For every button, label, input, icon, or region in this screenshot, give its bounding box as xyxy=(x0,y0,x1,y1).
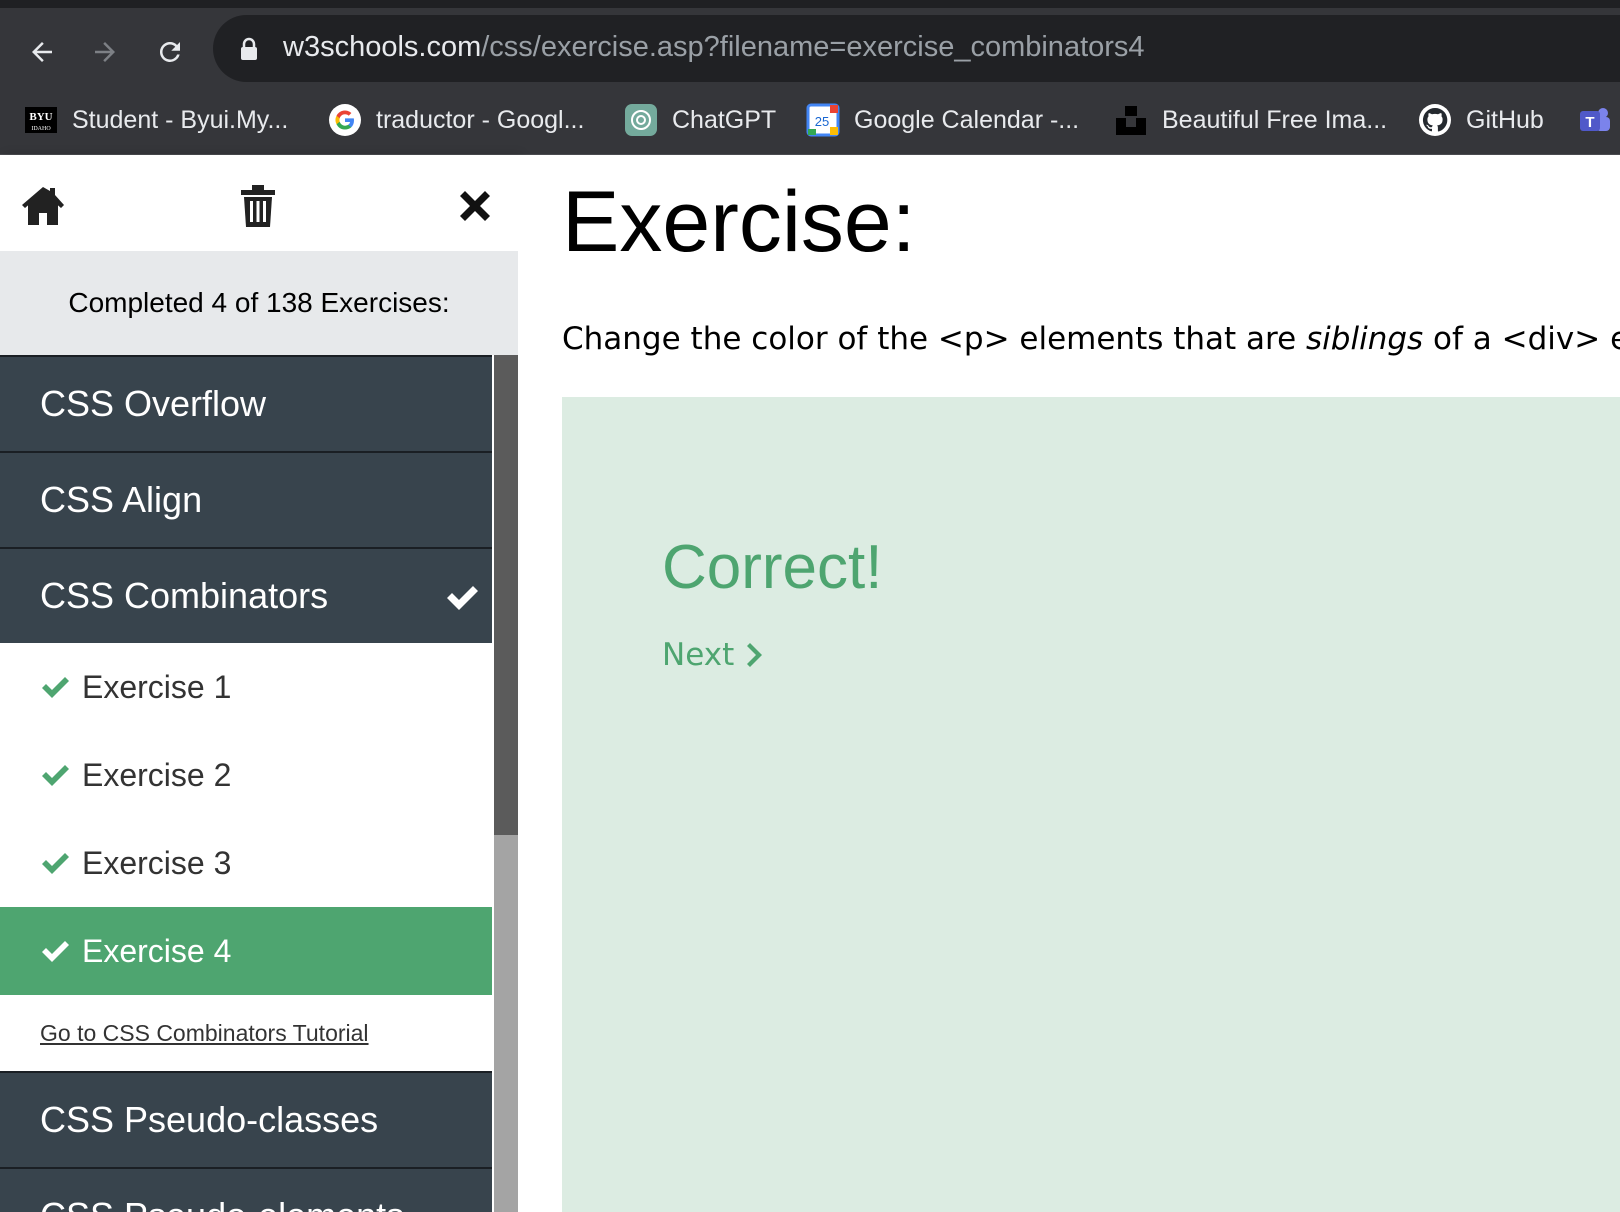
completed-count: Completed 4 of 138 Exercises: xyxy=(0,251,518,355)
category-label: CSS Combinators xyxy=(40,575,329,616)
github-icon xyxy=(1418,103,1452,137)
bookmark-google-calendar[interactable]: 25 Google Calendar -... xyxy=(806,100,1079,140)
back-icon[interactable] xyxy=(20,30,64,74)
scrollbar-thumb[interactable] xyxy=(494,835,518,1212)
check-icon xyxy=(42,677,69,698)
desc-part-2: of a <div> ele xyxy=(1433,321,1620,357)
svg-text:25: 25 xyxy=(815,114,829,129)
desc-part-1: Change the color of the <p> elements tha… xyxy=(562,321,1307,357)
category-css-pseudo-elements[interactable]: CSS Pseudo-elements xyxy=(0,1167,492,1212)
byu-icon: BYU IDAHO xyxy=(24,103,58,137)
chatgpt-icon xyxy=(624,103,658,137)
exercise-label: Exercise 3 xyxy=(82,844,232,881)
forward-icon[interactable] xyxy=(83,30,127,74)
bookmark-chatgpt[interactable]: ChatGPT xyxy=(624,100,776,140)
bookmark-unsplash[interactable]: Beautiful Free Ima... xyxy=(1114,100,1387,140)
category-css-align[interactable]: CSS Align xyxy=(0,451,492,547)
bookmark-teams[interactable]: T xyxy=(1578,100,1620,140)
svg-text:BYU: BYU xyxy=(29,111,52,123)
desc-emphasis: siblings xyxy=(1306,321,1424,357)
svg-text:T: T xyxy=(1585,114,1594,131)
bookmark-label: traductor - Googl... xyxy=(376,105,585,134)
page-title: Exercise: xyxy=(562,174,916,270)
svg-text:IDAHO: IDAHO xyxy=(31,126,51,132)
exercise-label: Exercise 4 xyxy=(82,932,232,969)
bookmark-github[interactable]: GitHub xyxy=(1418,100,1544,140)
sidebar-toolbar xyxy=(0,155,518,251)
exercise-label: Exercise 1 xyxy=(82,668,232,705)
next-label: Next xyxy=(662,637,735,673)
check-icon xyxy=(42,941,69,962)
teams-icon: T xyxy=(1578,103,1612,137)
bookmark-label: ChatGPT xyxy=(672,105,777,134)
home-icon[interactable] xyxy=(20,183,66,229)
result-panel: Correct! Next xyxy=(562,397,1620,1212)
url-text[interactable]: w3schools.com/css/exercise.asp?filename=… xyxy=(283,31,1145,64)
exercise-item-4[interactable]: Exercise 4 xyxy=(0,907,492,995)
exercise-category-list: CSS Overflow CSS Align CSS Combinators E… xyxy=(0,355,492,1212)
exercise-item-1[interactable]: Exercise 1 xyxy=(0,643,492,731)
exercise-label: Exercise 2 xyxy=(82,756,232,793)
browser-toolbar: w3schools.com/css/exercise.asp?filename=… xyxy=(0,8,1620,88)
tab-strip-edge xyxy=(0,0,1620,8)
next-button[interactable]: Next xyxy=(662,637,763,673)
category-css-pseudo-classes[interactable]: CSS Pseudo-classes xyxy=(0,1071,492,1167)
exercise-description: Change the color of the <p> elements tha… xyxy=(562,321,1620,357)
address-bar[interactable]: w3schools.com/css/exercise.asp?filename=… xyxy=(213,15,1620,82)
bookmark-student-byui[interactable]: BYU IDAHO Student - Byui.My... xyxy=(24,100,288,140)
bookmark-label: Student - Byui.My... xyxy=(72,105,289,134)
exercise-main: Exercise: Change the color of the <p> el… xyxy=(518,155,1620,1212)
exercise-item-3[interactable]: Exercise 3 xyxy=(0,819,492,907)
url-domain: w3schools.com xyxy=(283,31,482,63)
category-label: CSS Pseudo-classes xyxy=(40,1099,379,1140)
exercise-sidebar: Completed 4 of 138 Exercises: CSS Overfl… xyxy=(0,155,518,1212)
tutorial-link[interactable]: Go to CSS Combinators Tutorial xyxy=(0,995,492,1071)
chevron-right-icon xyxy=(747,643,763,667)
category-label: CSS Align xyxy=(40,479,203,520)
bookmark-label: Beautiful Free Ima... xyxy=(1162,105,1388,134)
bookmark-traductor[interactable]: traductor - Googl... xyxy=(328,100,584,140)
close-icon[interactable] xyxy=(452,183,498,229)
browser-chrome: w3schools.com/css/exercise.asp?filename=… xyxy=(0,0,1620,155)
bookmark-label: GitHub xyxy=(1466,105,1544,134)
bookmark-label: Google Calendar -... xyxy=(854,105,1080,134)
category-css-overflow[interactable]: CSS Overflow xyxy=(0,355,492,451)
sidebar-scrollbar[interactable] xyxy=(494,355,518,1212)
google-icon xyxy=(328,103,362,137)
check-icon xyxy=(447,586,478,610)
category-css-combinators[interactable]: CSS Combinators xyxy=(0,547,492,643)
exercise-item-2[interactable]: Exercise 2 xyxy=(0,731,492,819)
reload-icon[interactable] xyxy=(148,30,192,74)
unsplash-icon xyxy=(1114,103,1148,137)
bookmarks-bar: BYU IDAHO Student - Byui.My... traductor … xyxy=(0,88,1620,155)
category-label: CSS Overflow xyxy=(40,383,267,424)
check-icon xyxy=(42,765,69,786)
correct-message: Correct! xyxy=(662,533,883,602)
trash-icon[interactable] xyxy=(235,183,281,229)
url-path: /css/exercise.asp?filename=exercise_comb… xyxy=(481,31,1145,63)
check-icon xyxy=(42,853,69,874)
calendar-icon: 25 xyxy=(806,103,840,137)
category-label: CSS Pseudo-elements xyxy=(40,1195,404,1212)
lock-icon xyxy=(241,37,257,60)
